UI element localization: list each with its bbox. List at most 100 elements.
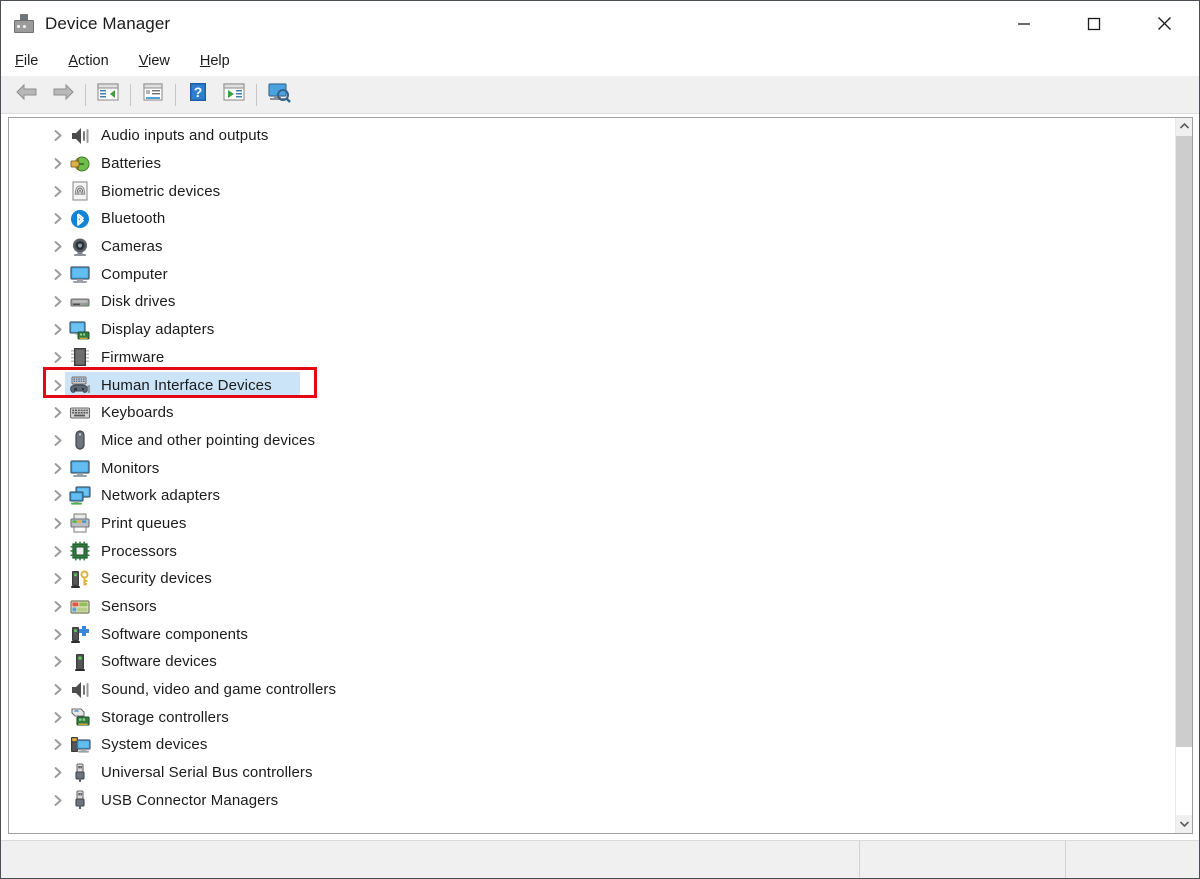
tree-item-label: Firmware: [101, 348, 165, 366]
tree-item-label: Display adapters: [101, 321, 215, 339]
menu-bar: File Action View Help: [1, 46, 1199, 76]
back-button[interactable]: [9, 79, 45, 111]
tree-item-label: Network adapters: [101, 487, 221, 505]
chevron-right-icon[interactable]: [49, 514, 67, 532]
chevron-right-icon[interactable]: [49, 764, 67, 782]
tree-item-label: Computer: [101, 265, 168, 283]
chevron-right-icon[interactable]: [49, 625, 67, 643]
tree-item-label: Security devices: [101, 570, 212, 588]
menu-action[interactable]: Action: [68, 53, 108, 69]
tree-item-human-interface-devices[interactable]: Human Interface Devices: [9, 371, 1175, 399]
help-button[interactable]: ?: [180, 79, 216, 111]
chevron-right-icon[interactable]: [49, 238, 67, 256]
tree-item-label: USB Connector Managers: [101, 791, 279, 809]
close-button[interactable]: [1129, 1, 1199, 46]
camera-icon: [69, 236, 91, 258]
minimize-button[interactable]: [989, 1, 1059, 46]
printer-icon: [69, 512, 91, 534]
speaker-icon: [69, 679, 91, 701]
toolbar: ?: [1, 76, 1199, 114]
tree-item-bluetooth[interactable]: Bluetooth: [9, 205, 1175, 233]
processor-icon: [69, 540, 91, 562]
speaker-icon: [69, 125, 91, 147]
software-device-icon: [69, 651, 91, 673]
tree-item-audio-inputs-and-outputs[interactable]: Audio inputs and outputs: [9, 122, 1175, 150]
chevron-right-icon[interactable]: [49, 155, 67, 173]
menu-view-rest: iew: [148, 53, 170, 69]
monitor-icon: [69, 457, 91, 479]
properties-icon: [142, 82, 164, 107]
chevron-right-icon[interactable]: [49, 570, 67, 588]
menu-view[interactable]: View: [139, 53, 170, 69]
chevron-right-icon[interactable]: [49, 321, 67, 339]
vertical-scrollbar[interactable]: [1175, 118, 1192, 833]
tree-item-computer[interactable]: Computer: [9, 260, 1175, 288]
tree-item-universal-serial-bus-controllers[interactable]: Universal Serial Bus controllers: [9, 759, 1175, 787]
tree-item-software-components[interactable]: Software components: [9, 620, 1175, 648]
close-icon: [1157, 16, 1172, 31]
chevron-right-icon[interactable]: [49, 431, 67, 449]
toolbar-separator: [256, 83, 257, 106]
menu-file-accel: F: [15, 53, 24, 69]
tree-panel: Audio inputs and outputs Batteries Biometr…: [8, 117, 1193, 834]
chevron-right-icon[interactable]: [49, 376, 67, 394]
chevron-right-icon[interactable]: [49, 791, 67, 809]
tree-item-storage-controllers[interactable]: Storage controllers: [9, 703, 1175, 731]
tree-item-software-devices[interactable]: Software devices: [9, 648, 1175, 676]
tree-item-cameras[interactable]: Cameras: [9, 233, 1175, 261]
scan-for-hardware-changes-button[interactable]: [261, 79, 297, 111]
chevron-right-icon[interactable]: [49, 542, 67, 560]
maximize-button[interactable]: [1059, 1, 1129, 46]
tree-item-disk-drives[interactable]: Disk drives: [9, 288, 1175, 316]
chevron-right-icon[interactable]: [49, 487, 67, 505]
chevron-right-icon[interactable]: [49, 404, 67, 422]
chevron-right-icon[interactable]: [49, 293, 67, 311]
tree-item-display-adapters[interactable]: Display adapters: [9, 316, 1175, 344]
tree-item-batteries[interactable]: Batteries: [9, 150, 1175, 178]
tree-item-firmware[interactable]: Firmware: [9, 344, 1175, 372]
tree-item-mice-and-other-pointing-devices[interactable]: Mice and other pointing devices: [9, 427, 1175, 455]
menu-file[interactable]: File: [15, 53, 38, 69]
chevron-right-icon[interactable]: [49, 127, 67, 145]
tree-item-label: Sensors: [101, 598, 157, 616]
tree-item-usb-connector-managers[interactable]: USB Connector Managers: [9, 787, 1175, 815]
chevron-right-icon[interactable]: [49, 210, 67, 228]
chevron-right-icon[interactable]: [49, 265, 67, 283]
toolbar-separator: [175, 83, 176, 106]
scroll-up-button[interactable]: [1176, 118, 1192, 136]
scrollbar-track[interactable]: [1176, 136, 1192, 815]
chevron-right-icon[interactable]: [49, 182, 67, 200]
storage-controller-icon: [69, 706, 91, 728]
forward-button[interactable]: [45, 79, 81, 111]
update-driver-button[interactable]: [216, 79, 252, 111]
chevron-right-icon[interactable]: [49, 681, 67, 699]
menu-help[interactable]: Help: [200, 53, 230, 69]
tree-item-label: Audio inputs and outputs: [101, 127, 269, 145]
chevron-right-icon[interactable]: [49, 598, 67, 616]
menu-file-rest: ile: [23, 53, 39, 69]
tree-item-print-queues[interactable]: Print queues: [9, 510, 1175, 538]
tree-item-system-devices[interactable]: System devices: [9, 731, 1175, 759]
computer-icon: [69, 263, 91, 285]
toolbar-separator: [130, 83, 131, 106]
chevron-right-icon[interactable]: [49, 348, 67, 366]
tree-item-security-devices[interactable]: Security devices: [9, 565, 1175, 593]
tree-item-sensors[interactable]: Sensors: [9, 593, 1175, 621]
tree-item-processors[interactable]: Processors: [9, 537, 1175, 565]
chevron-right-icon[interactable]: [49, 459, 67, 477]
tree-item-network-adapters[interactable]: Network adapters: [9, 482, 1175, 510]
tree-item-sound-video-and-game-controllers[interactable]: Sound, video and game controllers: [9, 676, 1175, 704]
window-title: Device Manager: [45, 13, 171, 33]
scroll-down-button[interactable]: [1176, 815, 1192, 833]
device-tree[interactable]: Audio inputs and outputs Batteries Biometr…: [9, 118, 1175, 833]
chevron-right-icon[interactable]: [49, 653, 67, 671]
chevron-right-icon[interactable]: [49, 736, 67, 754]
scrollbar-thumb[interactable]: [1176, 136, 1192, 748]
tree-item-label: Software components: [101, 625, 248, 643]
properties-button[interactable]: [135, 79, 171, 111]
chevron-right-icon[interactable]: [49, 708, 67, 726]
tree-item-monitors[interactable]: Monitors: [9, 454, 1175, 482]
tree-item-biometric-devices[interactable]: Biometric devices: [9, 177, 1175, 205]
show-hide-console-tree-button[interactable]: [90, 79, 126, 111]
tree-item-keyboards[interactable]: Keyboards: [9, 399, 1175, 427]
